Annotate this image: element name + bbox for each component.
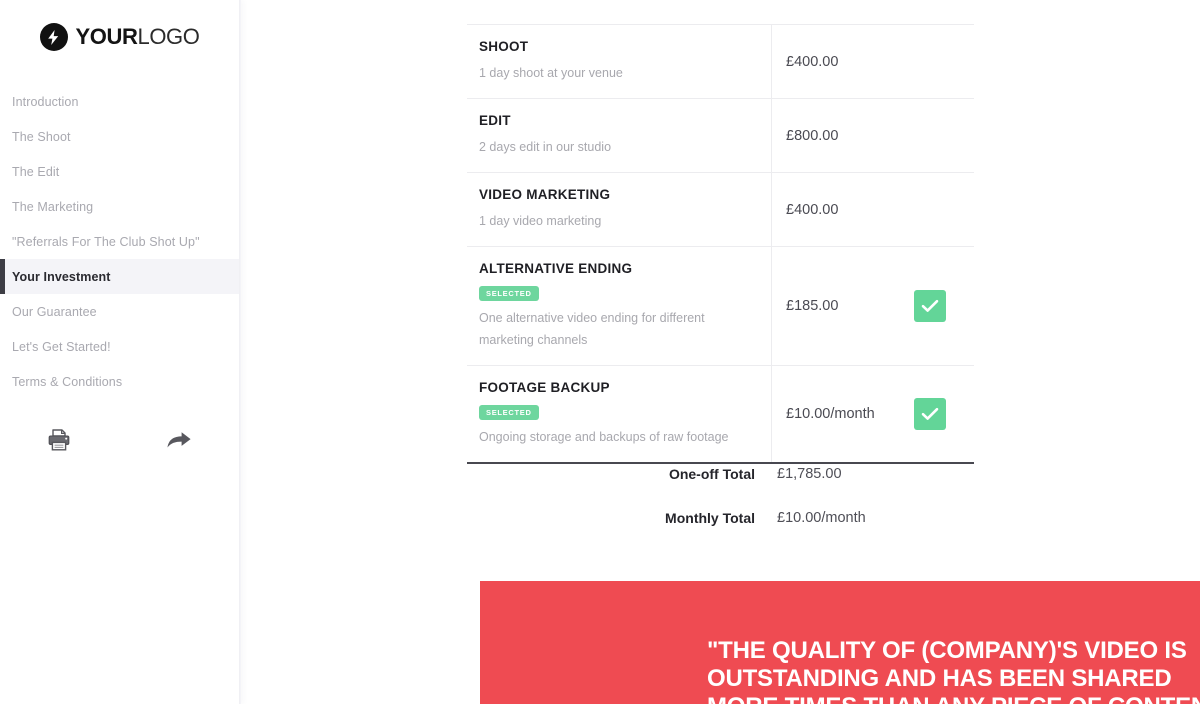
- checkbox-selected[interactable]: [914, 290, 946, 323]
- sidebar-item-label: Let's Get Started!: [12, 339, 111, 354]
- row-price-cell: £400.00: [772, 25, 974, 98]
- item-price: £800.00: [786, 127, 839, 144]
- sidebar-item-introduction[interactable]: Introduction: [0, 84, 239, 119]
- logo-text: YOURLOGO: [76, 26, 200, 48]
- total-value: £10.00/month: [777, 510, 866, 526]
- item-description: Ongoing storage and backups of raw foota…: [479, 429, 729, 444]
- sidebar-item-lets-get-started[interactable]: Let's Get Started!: [0, 329, 239, 364]
- testimonial-quote: "THE QUALITY OF (COMPANY)'S VIDEO IS OUT…: [707, 637, 1200, 704]
- row-description-cell: VIDEO MARKETING 1 day video marketing: [467, 173, 772, 247]
- item-description: One alternative video ending for differe…: [479, 311, 705, 347]
- row-price-cell: £800.00: [772, 99, 974, 172]
- sidebar-item-our-guarantee[interactable]: Our Guarantee: [0, 294, 239, 329]
- table-row: ALTERNATIVE ENDING SELECTED One alternat…: [467, 247, 974, 366]
- total-row-one-off: One-off Total £1,785.00: [467, 452, 974, 496]
- pricing-table: SHOOT 1 day shoot at your venue £400.00 …: [467, 24, 974, 464]
- sidebar-actions: [0, 427, 239, 453]
- print-icon[interactable]: [46, 427, 72, 453]
- item-title: ALTERNATIVE ENDING: [479, 261, 633, 277]
- total-row-monthly: Monthly Total £10.00/month: [467, 496, 974, 540]
- item-price: £400.00: [786, 201, 839, 218]
- sidebar-item-label: Introduction: [12, 94, 79, 109]
- main-content: SHOOT 1 day shoot at your venue £400.00 …: [240, 0, 1200, 704]
- sidebar-item-label: The Marketing: [12, 199, 94, 214]
- testimonial-banner: "THE QUALITY OF (COMPANY)'S VIDEO IS OUT…: [480, 581, 1200, 704]
- total-label: One-off Total: [668, 466, 755, 482]
- sidebar-nav: Introduction The Shoot The Edit The Mark…: [0, 84, 239, 399]
- checkbox-selected[interactable]: [914, 397, 946, 430]
- lightning-bolt-icon: [39, 23, 68, 51]
- item-price: £185.00: [786, 298, 839, 315]
- status-badge: SELECTED: [479, 404, 539, 420]
- item-price: £400.00: [786, 53, 839, 70]
- share-icon[interactable]: [166, 427, 192, 453]
- row-description-cell: EDIT 2 days edit in our studio: [467, 99, 772, 173]
- sidebar-item-label: The Edit: [12, 164, 60, 179]
- sidebar-item-label: Our Guarantee: [12, 304, 97, 319]
- item-title: SHOOT: [479, 39, 529, 54]
- table-row: FOOTAGE BACKUP SELECTED Ongoing storage …: [467, 365, 974, 462]
- sidebar-item-the-shoot[interactable]: The Shoot: [0, 119, 239, 154]
- totals-section: One-off Total £1,785.00 Monthly Total £1…: [467, 452, 974, 540]
- proposal-page: YOURLOGO Introduction The Shoot The Edit…: [0, 0, 1200, 704]
- table-row: VIDEO MARKETING 1 day video marketing £4…: [467, 173, 974, 248]
- sidebar-item-label: Your Investment: [12, 269, 111, 284]
- sidebar-item-terms-conditions[interactable]: Terms & Conditions: [0, 364, 239, 399]
- item-description: 1 day video marketing: [479, 214, 602, 229]
- row-price-cell: £10.00/month: [772, 366, 974, 462]
- item-title: EDIT: [479, 113, 511, 129]
- sidebar-item-label: "Referrals For The Club Shot Up": [12, 234, 200, 249]
- total-label: Monthly Total: [665, 510, 755, 526]
- item-price: £10.00/month: [786, 405, 875, 422]
- sidebar-item-your-investment[interactable]: Your Investment: [0, 259, 239, 294]
- row-description-cell: SHOOT 1 day shoot at your venue: [467, 25, 772, 99]
- row-price-cell: £400.00: [772, 173, 974, 246]
- logo[interactable]: YOURLOGO: [0, 0, 239, 62]
- total-value: £1,785.00: [777, 466, 842, 482]
- item-title: FOOTAGE BACKUP: [479, 379, 610, 395]
- sidebar-item-the-edit[interactable]: The Edit: [0, 154, 239, 189]
- row-price-cell: £185.00: [772, 247, 974, 364]
- sidebar-item-the-marketing[interactable]: The Marketing: [0, 189, 239, 224]
- row-description-cell: FOOTAGE BACKUP SELECTED Ongoing storage …: [467, 365, 772, 462]
- table-row: EDIT 2 days edit in our studio £800.00: [467, 99, 974, 174]
- sidebar-item-referrals[interactable]: "Referrals For The Club Shot Up": [0, 224, 239, 259]
- item-title: VIDEO MARKETING: [479, 187, 611, 203]
- item-description: 2 days edit in our studio: [479, 140, 612, 154]
- sidebar-item-label: Terms & Conditions: [12, 374, 123, 389]
- item-description: 1 day shoot at your venue: [479, 65, 623, 80]
- status-badge: SELECTED: [479, 286, 539, 302]
- table-row: SHOOT 1 day shoot at your venue £400.00: [467, 25, 974, 100]
- logo-text-bold: YOUR: [75, 24, 138, 49]
- sidebar: YOURLOGO Introduction The Shoot The Edit…: [0, 0, 240, 704]
- row-description-cell: ALTERNATIVE ENDING SELECTED One alternat…: [467, 247, 772, 365]
- sidebar-item-label: The Shoot: [12, 129, 71, 144]
- logo-text-light: LOGO: [137, 24, 200, 49]
